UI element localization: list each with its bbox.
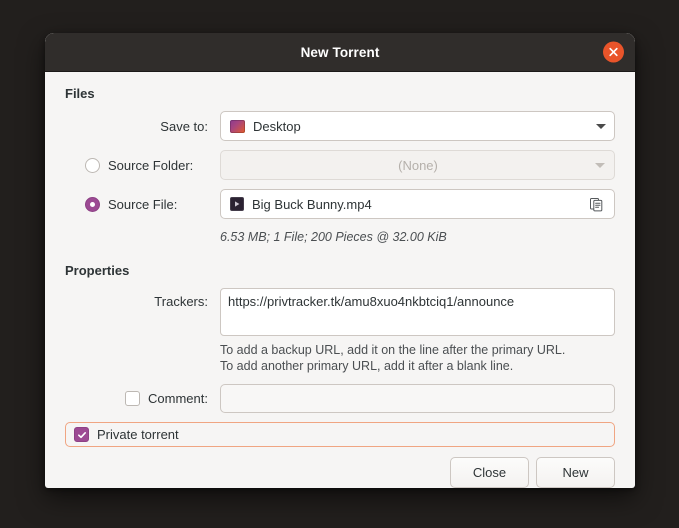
close-icon	[608, 47, 619, 58]
private-torrent-row[interactable]: Private torrent	[65, 422, 615, 447]
source-file-radio[interactable]	[85, 197, 100, 212]
trackers-textarea[interactable]: https://privtracker.tk/amu8xuo4nkbtciq1/…	[220, 288, 615, 336]
new-button[interactable]: New	[536, 457, 615, 488]
source-folder-radio[interactable]	[85, 158, 100, 173]
dialog-footer: Close New	[45, 447, 635, 488]
source-folder-row: Source Folder: (None)	[65, 150, 615, 180]
save-to-row: Save to: Desktop	[65, 111, 615, 141]
trackers-help-line-1: To add a backup URL, add it on the line …	[220, 342, 615, 358]
dialog-title: New Torrent	[301, 45, 380, 60]
private-torrent-label: Private torrent	[97, 427, 179, 442]
checkmark-icon	[77, 430, 87, 440]
folder-icon	[230, 120, 245, 133]
files-section-heading: Files	[65, 86, 615, 101]
comment-row: Comment:	[65, 384, 615, 413]
source-file-label: Source File:	[108, 197, 177, 212]
source-folder-label-group[interactable]: Source Folder:	[65, 158, 220, 173]
comment-checkbox[interactable]	[125, 391, 140, 406]
source-file-entry[interactable]: Big Buck Bunny.mp4	[220, 189, 615, 219]
trackers-help-line-2: To add another primary URL, add it after…	[220, 358, 615, 374]
desktop-background: New Torrent Files Save to: Desktop	[0, 0, 679, 528]
source-file-value: Big Buck Bunny.mp4	[252, 197, 585, 212]
source-folder-value: (None)	[398, 158, 438, 173]
private-torrent-checkbox[interactable]	[74, 427, 89, 442]
close-window-button[interactable]	[603, 42, 624, 63]
chevron-down-icon	[596, 124, 606, 129]
trackers-label: Trackers:	[65, 288, 220, 309]
save-to-combobox[interactable]: Desktop	[220, 111, 615, 141]
trackers-row: Trackers: https://privtracker.tk/amu8xuo…	[65, 288, 615, 374]
chevron-down-icon	[595, 163, 605, 168]
comment-input[interactable]	[220, 384, 615, 413]
save-to-label: Save to:	[65, 119, 220, 134]
file-info-text: 6.53 MB; 1 File; 200 Pieces @ 32.00 KiB	[220, 230, 615, 244]
close-button[interactable]: Close	[450, 457, 529, 488]
source-file-label-group[interactable]: Source File:	[65, 197, 220, 212]
file-info-row: 6.53 MB; 1 File; 200 Pieces @ 32.00 KiB	[65, 228, 615, 244]
new-torrent-dialog: New Torrent Files Save to: Desktop	[45, 33, 635, 488]
trackers-value: https://privtracker.tk/amu8xuo4nkbtciq1/…	[228, 293, 607, 310]
source-folder-combobox: (None)	[220, 150, 615, 180]
documents-icon	[589, 197, 604, 212]
source-folder-label: Source Folder:	[108, 158, 193, 173]
play-icon	[233, 200, 241, 208]
dialog-titlebar: New Torrent	[45, 33, 635, 72]
comment-label: Comment:	[148, 391, 208, 406]
browse-files-button[interactable]	[585, 193, 607, 215]
save-to-value: Desktop	[253, 119, 590, 134]
trackers-help-text: To add a backup URL, add it on the line …	[220, 342, 615, 374]
comment-label-group[interactable]: Comment:	[65, 391, 220, 406]
source-file-row: Source File: Big Buck Bunny.mp4	[65, 189, 615, 219]
dialog-body: Files Save to: Desktop Source Folder:	[45, 72, 635, 447]
video-file-icon	[230, 197, 244, 211]
properties-section-heading: Properties	[65, 263, 615, 278]
